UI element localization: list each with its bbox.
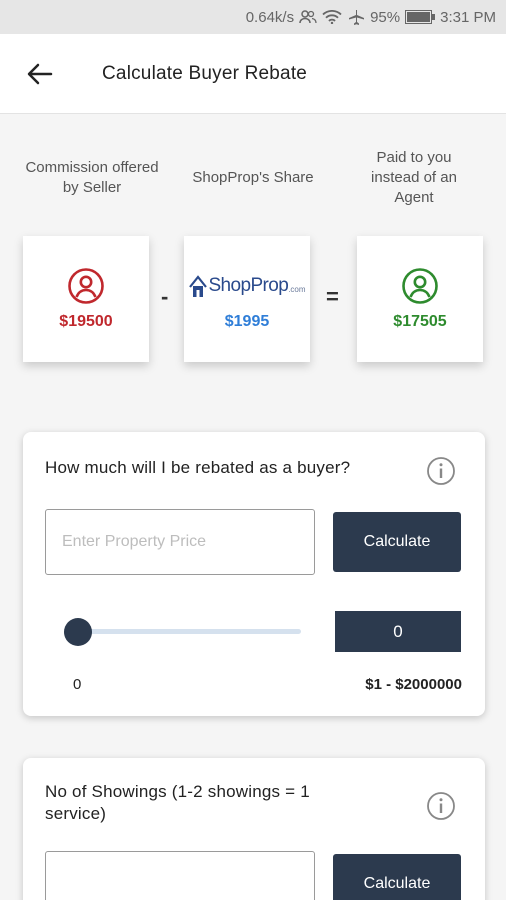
- share-amount: $1995: [224, 313, 270, 330]
- share-label: ShopProp's Share: [192, 169, 314, 186]
- battery-icon: [405, 10, 436, 24]
- rebate-panel: How much will I be rebated as a buyer? C…: [23, 432, 485, 716]
- paid-amount: $17505: [393, 313, 447, 330]
- showings-input[interactable]: [45, 851, 315, 900]
- shopprop-logo: ShopProp .com: [188, 267, 306, 305]
- paid-label: Paid to you instead of an Agent: [371, 149, 457, 206]
- page-title: Calculate Buyer Rebate: [102, 62, 308, 84]
- price-slider-track[interactable]: [79, 629, 301, 634]
- commission-amount: $19500: [59, 313, 113, 330]
- battery-level: 95%: [370, 8, 401, 26]
- minus-operator: -: [161, 284, 169, 309]
- share-card: ShopProp .com $1995: [184, 236, 310, 362]
- info-icon[interactable]: [426, 791, 456, 821]
- back-button[interactable]: [10, 44, 70, 104]
- user-circle-icon: [68, 268, 104, 304]
- wifi-icon: [322, 10, 342, 24]
- network-speed: 0.64k/s: [245, 8, 295, 26]
- house-logo-icon: [189, 275, 208, 297]
- user-circle-icon: [402, 268, 438, 304]
- commission-label: Commission offered by Seller: [25, 159, 159, 196]
- calculate-button[interactable]: Calculate: [333, 512, 461, 572]
- user-icon: [299, 10, 317, 24]
- info-icon[interactable]: [426, 456, 456, 486]
- showings-panel: No of Showings (1-2 showings = 1 service…: [23, 758, 485, 900]
- price-slider-thumb[interactable]: [64, 618, 92, 646]
- status-bar: 0.64k/s 95% 3:31 PM: [0, 0, 506, 34]
- commission-card: $19500: [23, 236, 149, 362]
- clock: 3:31 PM: [440, 8, 496, 26]
- paid-card: $17505: [357, 236, 483, 362]
- logo-suffix: .com: [288, 285, 306, 294]
- logo-text: ShopProp: [208, 275, 289, 296]
- app-bar: Calculate Buyer Rebate: [0, 34, 506, 114]
- arrow-left-icon: [27, 63, 53, 84]
- property-price-input[interactable]: [45, 509, 315, 575]
- showings-question: No of Showings (1-2 showings = 1 service…: [45, 782, 310, 823]
- showings-calculate-button[interactable]: Calculate: [333, 854, 461, 900]
- slider-value-box: 0: [335, 611, 461, 652]
- range-max-label: $1 - $2000000: [365, 676, 462, 693]
- rebate-question: How much will I be rebated as a buyer?: [45, 458, 351, 477]
- airplane-icon: [347, 9, 365, 25]
- equals-operator: =: [326, 284, 339, 309]
- range-min-label: 0: [73, 676, 82, 693]
